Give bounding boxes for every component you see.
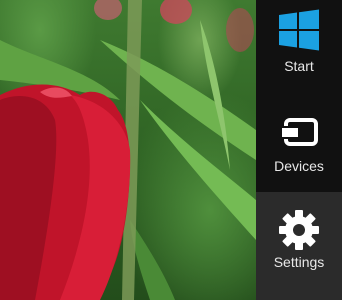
desktop-background-photo xyxy=(0,0,256,300)
devices-charm[interactable]: Devices xyxy=(256,96,342,196)
gear-icon xyxy=(279,210,319,250)
charms-bar: Start Devices Settings xyxy=(256,0,342,300)
start-charm-label: Start xyxy=(284,58,314,74)
blurred-flower xyxy=(160,0,192,24)
start-charm[interactable]: Start xyxy=(256,0,342,100)
blurred-flower xyxy=(94,0,122,20)
leaf xyxy=(130,220,175,300)
settings-charm[interactable]: Settings xyxy=(256,192,342,300)
devices-charm-label: Devices xyxy=(274,158,324,174)
devices-icon xyxy=(280,118,318,146)
tulip-illustration xyxy=(0,0,256,300)
settings-charm-label: Settings xyxy=(273,254,325,270)
windows-logo-icon xyxy=(279,9,319,51)
leaf xyxy=(200,20,230,170)
blurred-flower xyxy=(226,8,254,52)
